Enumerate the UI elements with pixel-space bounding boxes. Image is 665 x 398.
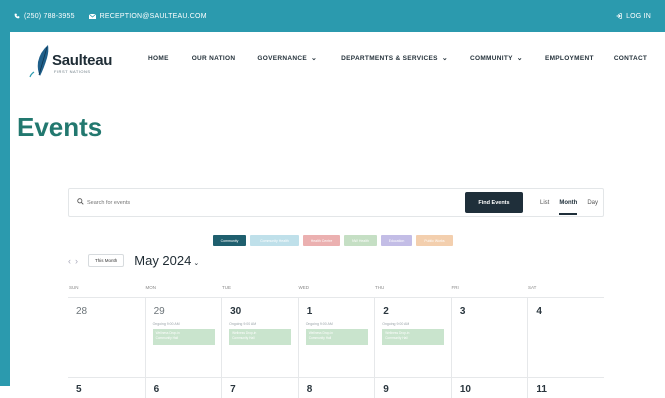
calendar-day-cell[interactable]: 7 (221, 378, 298, 398)
month-selector[interactable]: May 2024 ⌄ (134, 253, 199, 268)
filter-public-works[interactable]: Public Works (416, 235, 453, 246)
left-accent-stripe (0, 32, 10, 386)
view-month[interactable]: Month (559, 200, 578, 215)
event-location: Community Hall (155, 336, 179, 340)
calendar-day-cell[interactable]: 2 Ongoing 9:00 AM Wellness Drop-in Commu… (374, 298, 451, 377)
filter-education[interactable]: Education (381, 235, 412, 246)
login-icon (616, 13, 622, 19)
event-time: Ongoing 9:00 AM (229, 322, 257, 326)
calendar-day-cell[interactable]: 9 (374, 378, 451, 398)
chevron-down-icon: ⌄ (441, 55, 448, 62)
phone-icon (14, 13, 20, 19)
filter-health-centre[interactable]: Health Centre (303, 235, 340, 246)
event-time: Ongoing 9:00 AM (152, 322, 180, 326)
email-address: RECEPTION@SAULTEAU.COM (99, 12, 207, 20)
filter-community-health[interactable]: Community Health (250, 235, 299, 246)
day-number: 28 (76, 306, 88, 317)
event-location: Community Hall (232, 336, 255, 340)
this-month-button[interactable]: This Month (88, 254, 125, 267)
phone-number: (250) 788-3955 (24, 12, 75, 20)
calendar-day-cell[interactable]: 11 (527, 378, 604, 398)
chevron-right-icon[interactable]: › (75, 256, 82, 266)
event-block[interactable]: Wellness Drop-in Community Hall (229, 329, 292, 345)
day-number: 2 (383, 306, 389, 317)
calendar-day-cell[interactable]: 28 (68, 298, 145, 377)
day-number: 4 (536, 306, 542, 317)
phone-link[interactable]: (250) 788-3955 (14, 13, 75, 20)
top-bar: (250) 788-3955 RECEPTION@SAULTEAU.COM LO… (0, 0, 665, 32)
days-of-week-header: SUN MON TUE WED THU FRI SAT (68, 285, 604, 295)
filter-community[interactable]: Community (213, 235, 246, 246)
dow-fri: FRI (451, 285, 459, 290)
calendar-day-cell[interactable]: 1 Ongoing 9:00 AM Wellness Drop-in Commu… (297, 298, 375, 377)
nav-our-nation[interactable]: OUR NATION (192, 54, 236, 62)
view-switcher: List Month Day (530, 189, 598, 216)
main-nav: HOME OUR NATION GOVERNANCE ⌄ DEPARTMENTS … (148, 54, 647, 63)
calendar-day-cell[interactable]: 3 (450, 298, 528, 377)
calendar-day-cell[interactable]: 30 Ongoing 9:00 AM Wellness Drop-in Comm… (221, 298, 298, 377)
dow-tue: TUE (222, 285, 231, 290)
event-block[interactable]: Wellness Drop-in Community Hall (382, 329, 445, 345)
event-entry[interactable]: Ongoing 9:00 AM Wellness Drop-in Communi… (382, 322, 445, 345)
dow-mon: MON (145, 285, 157, 290)
view-list[interactable]: List (540, 200, 549, 206)
dow-sat: SAT (528, 285, 537, 290)
feather-logo-icon (29, 45, 49, 78)
calendar-day-cell[interactable]: 29 Ongoing 9:00 AM Wellness Drop-in Comm… (144, 298, 222, 377)
chevron-left-icon[interactable]: ‹ (68, 256, 75, 266)
calendar-day-cell[interactable]: 4 (527, 298, 604, 377)
event-location: Community Hall (308, 336, 332, 340)
event-time: Ongoing 9:00 AM (305, 322, 333, 326)
calendar-day-cell[interactable]: 10 (450, 378, 528, 398)
month-label: May 2024 (134, 253, 192, 268)
nav-departments-services[interactable]: DEPARTMENTS & SERVICES ⌄ (341, 54, 448, 63)
event-block[interactable]: Wellness Drop-in Community Hall (152, 329, 215, 345)
category-filters: Community Community Health Health Centre… (213, 235, 457, 246)
calendar-week-row: 5 6 7 8 9 10 11 (68, 378, 604, 398)
calendar-day-cell[interactable]: 8 (297, 378, 375, 398)
page-title: Events (17, 112, 103, 142)
nav-employment[interactable]: EMPLOYMENT (545, 54, 594, 62)
event-entry[interactable]: Ongoing 9:00 AM Wellness Drop-in Communi… (152, 322, 215, 345)
event-block[interactable]: Wellness Drop-in Community Hall (305, 329, 368, 345)
day-number: 3 (459, 306, 466, 317)
dow-thu: THU (375, 285, 385, 290)
logo-name: Saulteau (52, 52, 113, 69)
calendar-navigation: ‹› This Month May 2024 ⌄ (68, 253, 199, 268)
dow-wed: WED (298, 285, 310, 290)
dow-sun: SUN (69, 285, 79, 290)
event-entry[interactable]: Ongoing 9:00 AM Wellness Drop-in Communi… (229, 322, 292, 345)
month-calendar-grid: 28 29 Ongoing 9:00 AM Wellness Drop-in C… (68, 297, 604, 398)
site-header: Saulteau FIRST NATIONS HOME OUR NATION G… (10, 32, 665, 94)
logo-subtitle: FIRST NATIONS (54, 69, 91, 74)
event-search-bar: Find Events List Month Day (68, 188, 604, 217)
calendar-day-cell[interactable]: 5 (68, 378, 145, 398)
nav-community[interactable]: COMMUNITY ⌄ (470, 54, 523, 63)
day-number: 1 (306, 306, 313, 317)
view-day[interactable]: Day (587, 200, 598, 206)
event-search-input[interactable] (87, 196, 387, 210)
find-events-button[interactable]: Find Events (465, 192, 523, 213)
nav-contact[interactable]: CONTACT (614, 54, 647, 62)
calendar-day-cell[interactable]: 6 (144, 378, 222, 398)
site-logo[interactable]: Saulteau FIRST NATIONS (24, 42, 134, 82)
email-link[interactable]: RECEPTION@SAULTEAU.COM (88, 12, 207, 20)
chevron-down-icon: ⌄ (310, 55, 318, 62)
login-link[interactable]: LOG IN (616, 13, 651, 20)
event-location: Community Hall (385, 336, 408, 340)
nav-governance[interactable]: GOVERNANCE ⌄ (257, 54, 318, 63)
nav-home[interactable]: HOME (148, 54, 169, 62)
calendar-week-row: 28 29 Ongoing 9:00 AM Wellness Drop-in C… (68, 298, 604, 378)
login-label: LOG IN (626, 12, 651, 20)
envelope-icon (88, 13, 96, 19)
event-entry[interactable]: Ongoing 9:00 AM Wellness Drop-in Communi… (305, 322, 368, 345)
day-number: 29 (153, 306, 165, 317)
filter-nw-health[interactable]: NW Health (344, 235, 377, 246)
event-time: Ongoing 9:00 AM (382, 322, 410, 326)
day-number: 30 (230, 306, 242, 317)
search-icon (77, 198, 84, 205)
chevron-down-icon: ⌄ (516, 55, 523, 62)
chevron-down-icon: ⌄ (193, 260, 200, 267)
